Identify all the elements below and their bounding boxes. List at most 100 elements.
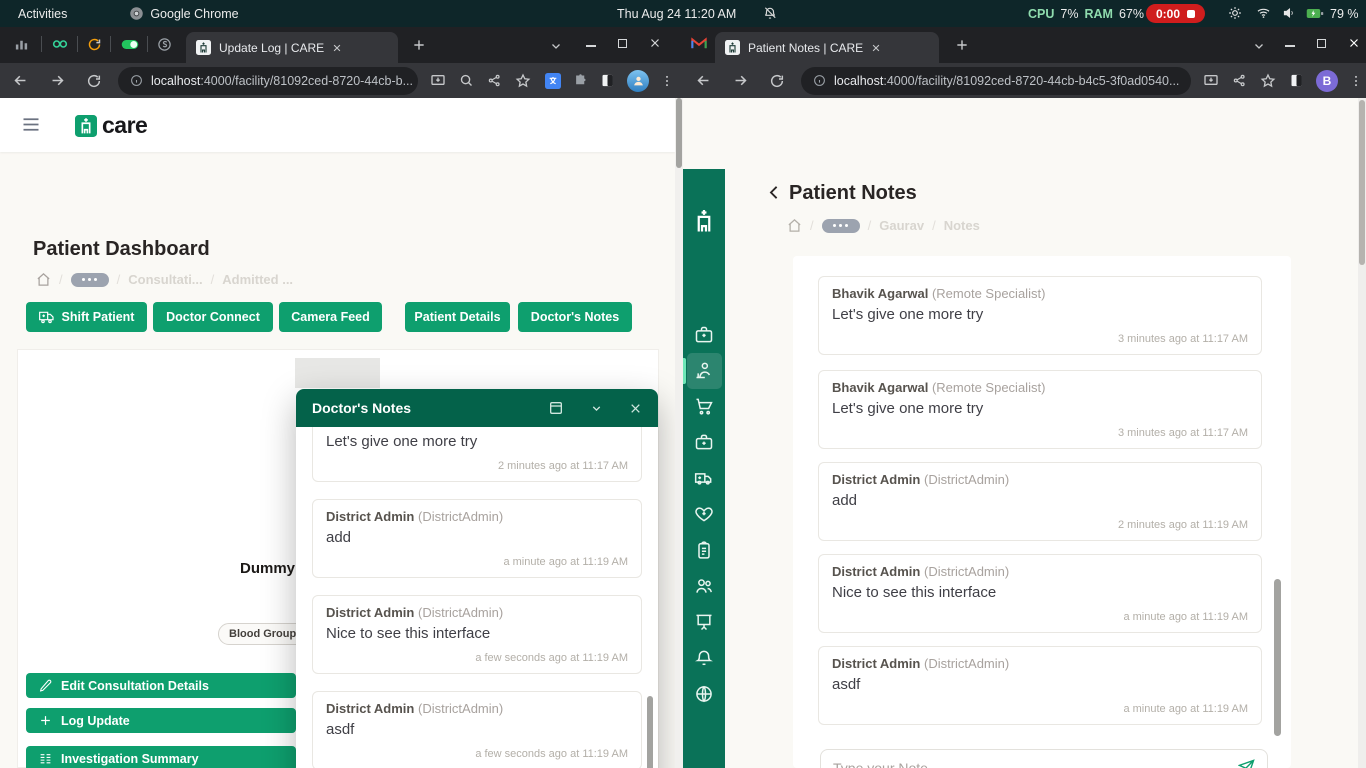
window-scrollbar-thumb[interactable]: [676, 98, 682, 168]
sidebar-item-users[interactable]: [694, 576, 714, 596]
pinned-tab-sync-icon[interactable]: [87, 37, 102, 52]
note-input[interactable]: [833, 760, 1238, 768]
modal-header[interactable]: Doctor's Notes: [296, 389, 658, 427]
sidebar-care-logo[interactable]: [690, 207, 718, 235]
battery-indicator[interactable]: 79 %: [1306, 7, 1359, 21]
doctor-connect-button[interactable]: Doctor Connect: [153, 302, 273, 332]
chrome-menu-icon[interactable]: [1349, 74, 1363, 88]
home-icon[interactable]: [787, 218, 802, 233]
popout-window-icon[interactable]: [548, 400, 564, 416]
note-time: a minute ago at 11:19 AM: [832, 611, 1248, 623]
tab-search-chevron-icon[interactable]: [1253, 40, 1265, 52]
forward-button[interactable]: [732, 72, 749, 89]
clock[interactable]: Thu Aug 24 11:20 AM: [617, 7, 736, 21]
sidebar-item-language[interactable]: [694, 684, 714, 704]
sidebar-item-external-results[interactable]: [694, 540, 714, 560]
sidebar-item-assets[interactable]: [694, 396, 714, 416]
notifications-muted-icon[interactable]: [763, 6, 777, 20]
tab-close-icon[interactable]: [871, 43, 881, 53]
profile-avatar[interactable]: [627, 70, 649, 92]
modal-scrollbar-thumb[interactable]: [647, 696, 653, 768]
back-button[interactable]: [12, 72, 29, 89]
sidebar-item-sample-test[interactable]: [694, 432, 714, 452]
share-icon[interactable]: [487, 73, 502, 88]
bookmark-star-icon[interactable]: [515, 73, 531, 89]
sidebar-item-patients[interactable]: [694, 360, 714, 380]
camera-feed-button[interactable]: Camera Feed: [279, 302, 382, 332]
breadcrumb-patient[interactable]: Gaurav: [879, 218, 924, 233]
tab-close-icon[interactable]: [332, 43, 342, 53]
profile-avatar[interactable]: B: [1316, 70, 1338, 92]
activities-button[interactable]: Activities: [18, 7, 67, 21]
breadcrumb-consultation[interactable]: Consultati...: [128, 272, 202, 287]
investigation-summary-button[interactable]: Investigation Summary: [26, 746, 296, 768]
pinned-tab-toggle-icon[interactable]: [121, 39, 139, 50]
chrome-menu-icon[interactable]: [660, 74, 674, 88]
share-icon[interactable]: [1232, 73, 1247, 88]
translate-extension-icon[interactable]: [545, 73, 561, 89]
breadcrumb-sep: /: [117, 272, 121, 287]
log-update-button[interactable]: Log Update: [26, 708, 296, 733]
maximize-button[interactable]: [618, 39, 627, 48]
focused-app-indicator[interactable]: Google Chrome: [129, 6, 238, 21]
back-chevron-icon[interactable]: [766, 183, 783, 202]
sidebar-item-notice-board[interactable]: [694, 612, 714, 632]
site-info-icon[interactable]: [130, 74, 143, 87]
window-scrollbar[interactable]: [675, 98, 683, 768]
sidebar-item-shifting[interactable]: [694, 468, 714, 488]
window-scrollbar-thumb[interactable]: [1359, 100, 1365, 265]
sidebar-item-resource[interactable]: [694, 504, 714, 524]
forward-button[interactable]: [49, 72, 66, 89]
pinned-tab-stats-icon[interactable]: [14, 37, 29, 52]
maximize-button[interactable]: [1317, 39, 1326, 48]
pinned-tab-globe-icon[interactable]: [157, 37, 172, 52]
address-bar[interactable]: localhost:4000/facility/81092ced-8720-44…: [118, 67, 418, 95]
note-author: Bhavik Agarwal (Remote Specialist): [832, 286, 1248, 304]
site-info-icon[interactable]: [813, 74, 826, 87]
reload-button[interactable]: [86, 73, 102, 89]
sidebar-item-notifications[interactable]: [694, 648, 714, 668]
home-icon[interactable]: [36, 272, 51, 287]
close-icon[interactable]: [629, 402, 642, 415]
doctors-notes-button[interactable]: Doctor's Notes: [518, 302, 632, 332]
reader-extension-icon[interactable]: [1289, 73, 1304, 88]
new-tab-button[interactable]: [955, 38, 969, 52]
address-bar[interactable]: localhost:4000/facility/81092ced-8720-44…: [801, 67, 1191, 95]
screen-recording-indicator[interactable]: 0:00: [1146, 4, 1205, 23]
modal-notes-list[interactable]: Let's give one more try 2 minutes ago at…: [296, 427, 658, 768]
breadcrumb-ellipsis[interactable]: [71, 273, 109, 287]
bookmark-star-icon[interactable]: [1260, 73, 1276, 89]
notes-scrollbar-thumb[interactable]: [1274, 579, 1281, 736]
reader-extension-icon[interactable]: [600, 73, 615, 88]
close-window-button[interactable]: [1348, 37, 1360, 49]
shift-patient-button[interactable]: Shift Patient: [26, 302, 147, 332]
breadcrumb-ellipsis[interactable]: [822, 219, 860, 233]
notes-list[interactable]: Bhavik Agarwal (Remote Specialist) Let's…: [818, 276, 1262, 725]
pinned-tab-gmail-icon[interactable]: [691, 37, 707, 50]
send-icon[interactable]: [1238, 759, 1255, 768]
install-app-icon[interactable]: [1203, 73, 1219, 89]
sidebar-item-facility[interactable]: [694, 325, 714, 345]
wifi-icon[interactable]: [1256, 6, 1271, 20]
patient-details-button[interactable]: Patient Details: [405, 302, 510, 332]
close-window-button[interactable]: [649, 37, 661, 49]
tab-patient-notes[interactable]: Patient Notes | CARE: [715, 32, 939, 63]
pinned-tab-green-icon[interactable]: [52, 38, 68, 50]
zoom-icon[interactable]: [459, 73, 474, 88]
brightness-icon[interactable]: [1228, 6, 1242, 20]
reload-button[interactable]: [769, 73, 785, 89]
volume-icon[interactable]: [1282, 6, 1296, 20]
hamburger-menu-icon[interactable]: [22, 117, 40, 132]
tab-search-chevron-icon[interactable]: [550, 40, 562, 52]
install-app-icon[interactable]: [430, 73, 446, 89]
extension-icon[interactable]: [573, 73, 588, 88]
back-button[interactable]: [695, 72, 712, 89]
minimize-button[interactable]: [1285, 45, 1295, 47]
edit-consultation-button[interactable]: Edit Consultation Details: [26, 673, 296, 698]
new-tab-button[interactable]: [412, 38, 426, 52]
note-time: 3 minutes ago at 11:17 AM: [832, 333, 1248, 345]
tab-update-log[interactable]: Update Log | CARE: [186, 32, 398, 63]
minimize-button[interactable]: [586, 45, 596, 47]
care-logo[interactable]: care: [75, 112, 147, 139]
chevron-down-icon[interactable]: [590, 402, 603, 415]
